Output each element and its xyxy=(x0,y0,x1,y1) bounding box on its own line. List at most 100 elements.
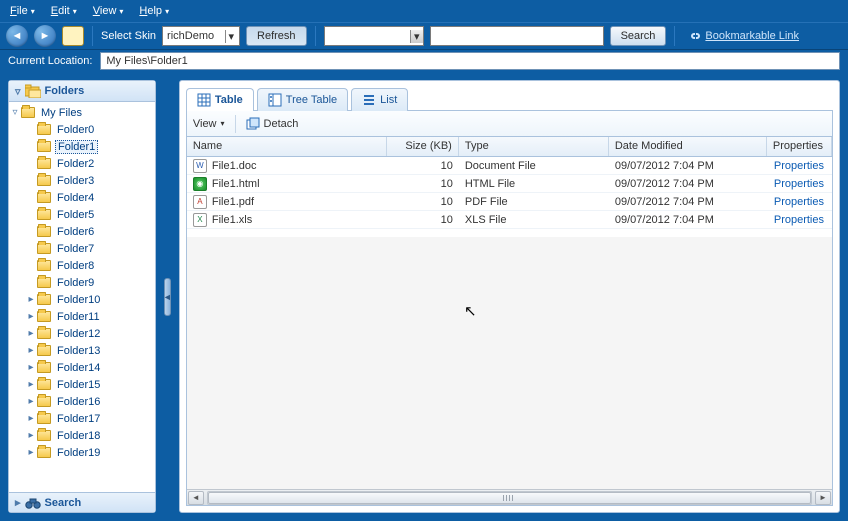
properties-link[interactable]: Properties xyxy=(774,160,824,172)
tree-item[interactable]: Folder0 xyxy=(9,121,155,138)
skin-select[interactable]: richDemo ▾ xyxy=(162,26,240,46)
table-row[interactable]: XFile1.xls10XLS File09/07/2012 7:04 PMPr… xyxy=(187,211,832,229)
table-row[interactable]: WFile1.doc10Document File09/07/2012 7:04… xyxy=(187,157,832,175)
tree-item[interactable]: Folder4 xyxy=(9,189,155,206)
tree-label: Folder10 xyxy=(55,294,102,306)
splitter-handle[interactable]: ◄ xyxy=(164,278,171,316)
tree-label: Folder15 xyxy=(55,379,102,391)
chevron-down-icon: ▾ xyxy=(410,30,423,43)
tree-item[interactable]: ▸Folder14 xyxy=(9,359,155,376)
search-input[interactable] xyxy=(430,26,604,46)
toolbar: ◄ ► Select Skin richDemo ▾ Refresh ▾ Sea… xyxy=(0,22,848,50)
tree-item[interactable]: ▸Folder19 xyxy=(9,444,155,461)
scroll-left-button[interactable]: ◄ xyxy=(188,491,204,505)
folder-icon xyxy=(37,379,51,390)
scroll-thumb[interactable] xyxy=(208,492,811,504)
file-name: File1.pdf xyxy=(212,196,254,208)
search-category-combo[interactable]: ▾ xyxy=(324,26,424,46)
tree-item[interactable]: ▸Folder15 xyxy=(9,376,155,393)
menu-view[interactable]: View▾ xyxy=(87,3,130,19)
tab-list[interactable]: List xyxy=(351,88,408,111)
detach-button[interactable]: Detach xyxy=(246,117,299,131)
horizontal-scrollbar[interactable]: ◄ ► xyxy=(187,489,832,505)
location-label: Current Location: xyxy=(8,55,92,67)
main-panel: Table Tree Table List View ▾ xyxy=(179,80,840,513)
tree-root[interactable]: ▿My Files xyxy=(9,104,155,121)
folder-icon xyxy=(37,141,51,152)
col-header-date[interactable]: Date Modified xyxy=(609,137,767,156)
tree-item[interactable]: Folder5 xyxy=(9,206,155,223)
expand-icon: ▸ xyxy=(15,496,21,509)
tree-item[interactable]: ▸Folder18 xyxy=(9,427,155,444)
tree-item[interactable]: ▸Folder17 xyxy=(9,410,155,427)
col-header-type[interactable]: Type xyxy=(459,137,609,156)
tree-label: Folder5 xyxy=(55,209,96,221)
properties-link[interactable]: Properties xyxy=(774,196,824,208)
location-input[interactable]: My Files\Folder1 xyxy=(100,52,840,70)
grid-header: Name Size (KB) Type Date Modified Proper… xyxy=(187,137,832,157)
search-section-header[interactable]: ▸ Search xyxy=(9,492,155,512)
nav-back-button[interactable]: ◄ xyxy=(6,25,28,47)
tree-item[interactable]: Folder7 xyxy=(9,240,155,257)
scroll-track[interactable] xyxy=(207,491,812,505)
folder-icon xyxy=(37,192,51,203)
tree-label: Folder2 xyxy=(55,158,96,170)
tab-tree-table[interactable]: Tree Table xyxy=(257,88,348,111)
menu-file[interactable]: File▾ xyxy=(4,3,41,19)
view-menu-button[interactable]: View ▾ xyxy=(193,118,225,130)
folder-icon xyxy=(37,430,51,441)
menu-edit[interactable]: Edit▾ xyxy=(45,3,83,19)
tree-item[interactable]: ▸Folder11 xyxy=(9,308,155,325)
col-header-size[interactable]: Size (KB) xyxy=(387,137,459,156)
tree-item[interactable]: Folder8 xyxy=(9,257,155,274)
folder-icon xyxy=(37,294,51,305)
folder-icon xyxy=(21,107,35,118)
file-date: 09/07/2012 7:04 PM xyxy=(609,178,767,190)
col-header-properties[interactable]: Properties xyxy=(767,137,832,156)
splitter[interactable]: ◄ xyxy=(164,80,171,513)
table-icon xyxy=(197,93,211,107)
refresh-button[interactable]: Refresh xyxy=(246,26,307,46)
nav-forward-button[interactable]: ► xyxy=(34,25,56,47)
tree-label: Folder11 xyxy=(55,311,102,323)
tree-table-icon xyxy=(268,93,282,107)
menu-help[interactable]: Help▾ xyxy=(133,3,175,19)
file-pdf-icon: A xyxy=(193,195,207,209)
file-name: File1.xls xyxy=(212,214,252,226)
folders-header[interactable]: ▿ Folders xyxy=(9,81,155,102)
tree-label: Folder19 xyxy=(55,447,102,459)
tree-item[interactable]: ▸Folder12 xyxy=(9,325,155,342)
tree-item[interactable]: Folder3 xyxy=(9,172,155,189)
col-header-name[interactable]: Name xyxy=(187,137,387,156)
tree-item[interactable]: Folder9 xyxy=(9,274,155,291)
folder-tree[interactable]: ▿My FilesFolder0Folder1Folder2Folder3Fol… xyxy=(9,102,155,492)
properties-link[interactable]: Properties xyxy=(774,214,824,226)
folder-up-button[interactable] xyxy=(62,26,84,46)
file-size: 10 xyxy=(387,214,459,226)
tree-item[interactable]: Folder1 xyxy=(9,138,155,155)
file-type: HTML File xyxy=(459,178,609,190)
file-type: XLS File xyxy=(459,214,609,226)
scroll-right-button[interactable]: ► xyxy=(815,491,831,505)
chevron-down-icon: ▾ xyxy=(221,119,225,128)
table-row[interactable]: AFile1.pdf10PDF File09/07/2012 7:04 PMPr… xyxy=(187,193,832,211)
table-toolbar: View ▾ Detach xyxy=(186,111,833,137)
folders-title: Folders xyxy=(45,85,85,97)
file-grid: Name Size (KB) Type Date Modified Proper… xyxy=(186,137,833,506)
detach-icon xyxy=(246,117,260,131)
tree-item[interactable]: ▸Folder13 xyxy=(9,342,155,359)
tree-item[interactable]: Folder2 xyxy=(9,155,155,172)
tree-item[interactable]: ▸Folder16 xyxy=(9,393,155,410)
tree-item[interactable]: ▸Folder10 xyxy=(9,291,155,308)
skin-select-value: richDemo xyxy=(167,30,214,42)
separator xyxy=(92,26,93,46)
tree-item[interactable]: Folder6 xyxy=(9,223,155,240)
table-row[interactable]: ◉File1.html10HTML File09/07/2012 7:04 PM… xyxy=(187,175,832,193)
link-icon xyxy=(687,29,701,43)
bookmarkable-link[interactable]: Bookmarkable Link xyxy=(687,29,799,43)
tab-table[interactable]: Table xyxy=(186,88,254,111)
tree-label: Folder6 xyxy=(55,226,96,238)
properties-link[interactable]: Properties xyxy=(774,178,824,190)
search-button[interactable]: Search xyxy=(610,26,667,46)
file-size: 10 xyxy=(387,196,459,208)
